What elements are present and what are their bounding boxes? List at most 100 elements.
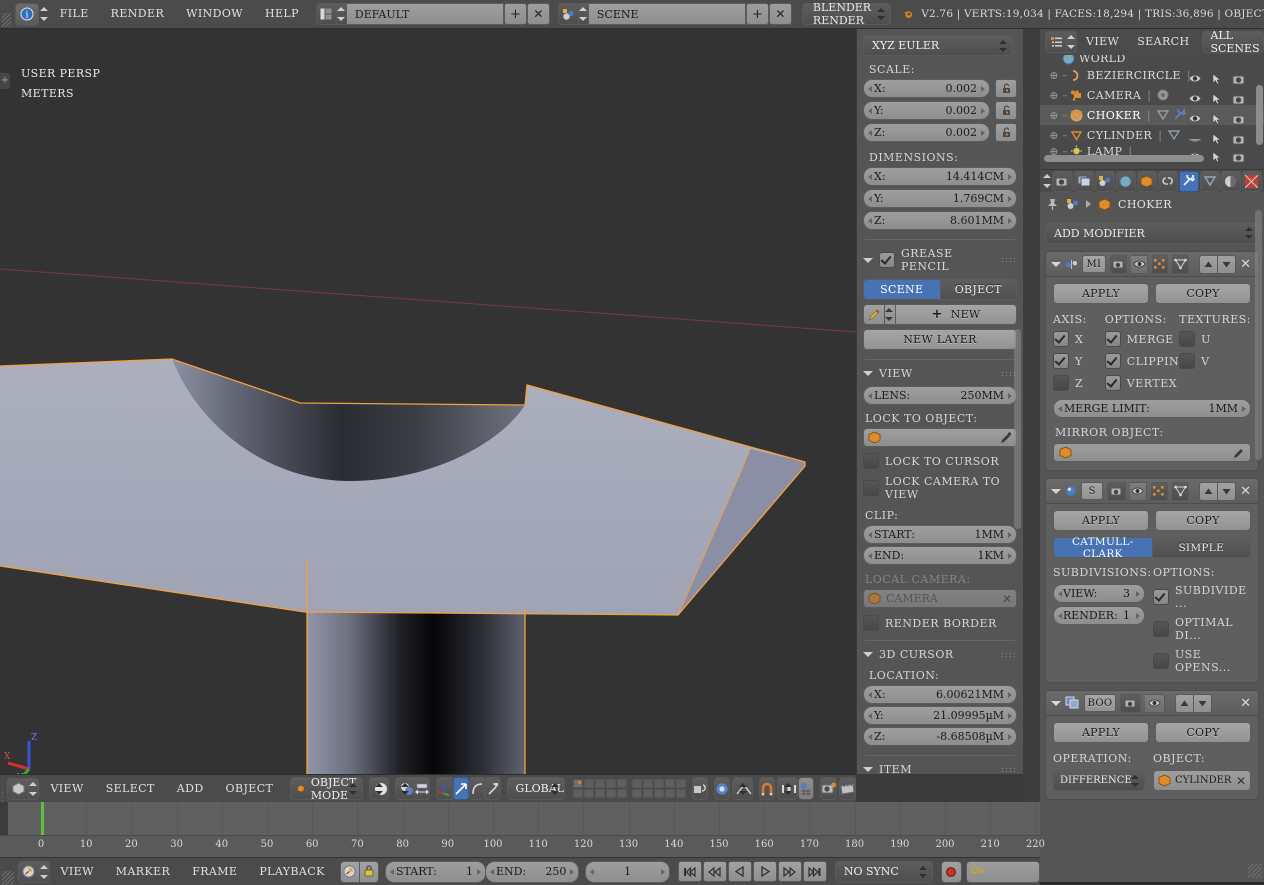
lock-to-cursor-row[interactable]: LOCK TO CURSOR	[863, 453, 1017, 469]
dimension-y-field[interactable]: Y: 1.769CM	[863, 189, 1017, 208]
outliner-editor[interactable]: VIEW SEARCH ALL SCENES WORLD ⊕ – BEZIERC…	[1040, 29, 1264, 169]
scale-y-field[interactable]: Y: 0.002	[863, 101, 990, 120]
scene-arrows[interactable]	[578, 3, 589, 25]
frame-end-field[interactable]: END: 250	[485, 860, 580, 883]
outliner-editor-arrows[interactable]	[1067, 31, 1077, 53]
toolshelf-expand-icon[interactable]: +	[0, 73, 10, 89]
timeline-ruler[interactable]: 0 10 20 30 40 50 60 70 80 90 100 110 120 130 140 150 160…	[0, 835, 1045, 859]
lock-layers-icon[interactable]	[692, 777, 708, 800]
render-camera-icon[interactable]	[1232, 133, 1246, 145]
mirror-move-down-icon[interactable]	[1218, 254, 1237, 274]
outliner-menu-search[interactable]: SEARCH	[1128, 29, 1198, 55]
lock-scale-x-icon[interactable]	[995, 79, 1017, 98]
grease-pencil-new-layer-button[interactable]: NEW LAYER	[863, 329, 1017, 350]
subsurf-modifier-header[interactable]: S ✕	[1046, 479, 1258, 504]
cursor-y-field[interactable]: Y: 21.09995µM	[863, 706, 1017, 725]
scene-breadcrumb-icon[interactable]	[1066, 198, 1079, 211]
npanel-scrollbar[interactable]	[1014, 329, 1021, 529]
timeline-track[interactable]	[0, 802, 1040, 835]
layer-cell-active[interactable]	[573, 779, 583, 788]
boolean-modifier-name-field[interactable]: BOO	[1084, 694, 1116, 712]
eye-icon[interactable]	[1188, 93, 1202, 104]
timeline-editor[interactable]: 0 10 20 30 40 50 60 70 80 90 100 110 120 130 140 150 160…	[0, 802, 1045, 885]
mirror-delete-icon[interactable]: ✕	[1240, 257, 1251, 272]
pin-icon[interactable]	[1046, 198, 1059, 211]
modifier-mirror[interactable]: MI ✕ APPLY COPY AXIS: X Y Z OPTIONS: MER…	[1045, 251, 1259, 471]
3d-view-editor-icon[interactable]	[7, 777, 30, 800]
boolean-viewport-toggle-icon[interactable]	[1145, 693, 1165, 713]
mirror-texture-v-checkbox[interactable]	[1179, 353, 1196, 369]
outliner-editor-icon[interactable]	[1045, 31, 1067, 53]
opengl-render-image-icon[interactable]	[820, 777, 837, 800]
lock-camera-to-view-row[interactable]: LOCK CAMERA TO VIEW	[863, 475, 1017, 501]
clear-local-camera-icon[interactable]: ✕	[1002, 592, 1012, 606]
clip-start-field[interactable]: START: 1MM	[863, 525, 1017, 544]
view-panel-header[interactable]: VIEW ::::	[863, 367, 1017, 380]
mirror-merge-row[interactable]: MERGE	[1104, 331, 1179, 347]
properties-scrollbar[interactable]	[1255, 210, 1262, 460]
mirror-axis-y-checkbox[interactable]	[1053, 353, 1069, 369]
tab-modifiers-icon[interactable]	[1178, 170, 1199, 192]
mirror-vertex-checkbox[interactable]	[1104, 375, 1121, 391]
mirror-oncage-toggle-icon[interactable]	[1172, 254, 1190, 274]
layer-cell[interactable]	[654, 779, 664, 788]
layer-cell[interactable]	[584, 779, 594, 788]
proportional-edit-icon[interactable]	[714, 777, 730, 800]
screen-layout-name[interactable]: DEFAULT	[346, 3, 504, 25]
outliner-expand-icon[interactable]: ⊕	[1046, 69, 1062, 82]
render-border-row[interactable]: RENDER BORDER	[863, 615, 1017, 631]
editor-type-arrows[interactable]	[39, 5, 49, 23]
subsurf-modifier-name-field[interactable]: S	[1080, 482, 1104, 500]
eye-icon[interactable]	[1188, 113, 1202, 124]
subsurf-delete-icon[interactable]: ✕	[1240, 484, 1251, 499]
subsurf-copy-button[interactable]: COPY	[1155, 510, 1251, 531]
modifier-subsurf[interactable]: S ✕ APPLY COPY CATMULL-CLARK SIMPLE SUBD…	[1045, 478, 1259, 683]
info-editor-icon[interactable]: i	[14, 2, 39, 26]
snap-magnet-icon[interactable]	[759, 777, 775, 800]
grease-pencil-new-button[interactable]: + NEW	[896, 304, 1017, 325]
pivot-point-selector[interactable]	[394, 777, 415, 800]
mirror-modifier-header[interactable]: MI ✕	[1046, 252, 1258, 277]
cursor-x-field[interactable]: X: 6.00621MM	[863, 685, 1017, 704]
timeline-corner-widget[interactable]	[2, 870, 14, 885]
render-camera-icon[interactable]	[1232, 113, 1246, 125]
mirror-clipping-row[interactable]: CLIPPIN	[1104, 353, 1179, 369]
mirror-object-field[interactable]	[1053, 443, 1251, 462]
subsurf-move-down-icon[interactable]	[1218, 481, 1237, 501]
grease-pencil-tab-object[interactable]: OBJECT	[940, 279, 1017, 300]
menu-window[interactable]: WINDOW	[175, 0, 254, 28]
boolean-render-toggle-icon[interactable]	[1120, 693, 1141, 713]
delete-scene-icon[interactable]: ✕	[768, 3, 792, 25]
layer-cell[interactable]	[573, 789, 583, 798]
mirror-axis-x-checkbox[interactable]	[1053, 331, 1069, 347]
boolean-operation-dropdown[interactable]: DIFFERENCE	[1053, 770, 1145, 791]
jump-to-start-button[interactable]	[677, 861, 702, 882]
lock-to-cursor-checkbox[interactable]	[863, 453, 879, 469]
mirror-axis-z-checkbox[interactable]	[1053, 375, 1069, 391]
lock-to-object-field[interactable]	[863, 428, 1017, 447]
layer-cell[interactable]	[595, 789, 605, 798]
layer-group-2[interactable]	[632, 779, 686, 798]
cursor-arrow-icon[interactable]	[1211, 93, 1223, 105]
render-camera-icon[interactable]	[1232, 93, 1246, 105]
boolean-copy-button[interactable]: COPY	[1155, 722, 1251, 743]
subsurf-editmode-toggle-icon[interactable]	[1150, 481, 1168, 501]
scale-manipulator-button[interactable]	[484, 777, 501, 800]
eyedropper-icon[interactable]	[1000, 431, 1012, 444]
grease-pencil-datablock-row[interactable]: + NEW	[863, 304, 1017, 325]
mirror-clipping-checkbox[interactable]	[1104, 353, 1121, 369]
properties-editor[interactable]: CHOKER ADD MODIFIER MI ✕ APPLY COPY AXIS…	[1040, 170, 1264, 882]
viewport-corner-widget[interactable]	[2, 787, 4, 802]
view-collapse-icon[interactable]	[863, 371, 873, 376]
boolean-operation-arrows[interactable]	[1131, 774, 1140, 788]
scene-icon[interactable]	[557, 3, 579, 25]
outliner-vertical-scrollbar[interactable]	[1256, 85, 1263, 145]
viewport-menu-object[interactable]: OBJECT	[215, 775, 285, 803]
timeline-menu-view[interactable]: VIEW	[50, 859, 105, 885]
add-screen-layout-icon[interactable]: +	[503, 3, 527, 25]
play-reverse-button[interactable]	[727, 861, 752, 882]
timeline-menu-playback[interactable]: PLAYBACK	[248, 859, 335, 885]
mirror-axis-x-row[interactable]: X	[1053, 331, 1105, 347]
orientation-arrows[interactable]	[551, 782, 560, 796]
boolean-collapse-icon[interactable]	[1051, 700, 1061, 706]
